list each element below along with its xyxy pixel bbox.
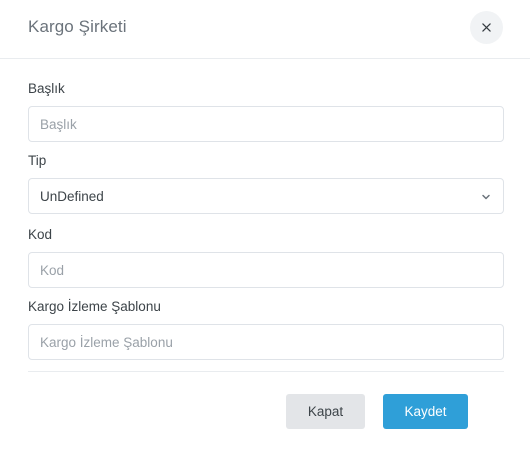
tracking-template-input[interactable] [28,324,504,360]
sablon-label: Kargo İzleme Şablonu [28,299,161,314]
tip-select[interactable]: UnDefined [28,178,504,214]
baslik-label: Başlık [28,81,65,96]
chevron-down-icon [482,194,490,200]
close-modal-button[interactable]: Kapat [286,394,365,429]
form-group-baslik: Başlık [28,81,504,142]
close-button[interactable] [470,11,503,44]
save-button[interactable]: Kaydet [383,394,468,429]
tip-selected-value: UnDefined [40,188,104,204]
modal-title: Kargo Şirketi [28,17,127,36]
form-group-kod: Kod [28,227,504,288]
tip-label: Tip [28,153,47,168]
form-group-tip: Tip UnDefined [28,153,504,214]
kod-input[interactable] [28,252,504,288]
baslik-input[interactable] [28,106,504,142]
cargo-company-modal: Kargo Şirketi Başlık Tip UnDefined Kod K… [0,0,530,463]
footer-divider [28,371,504,372]
kod-label: Kod [28,227,53,242]
form-group-sablon: Kargo İzleme Şablonu [28,299,504,360]
close-icon [482,23,491,32]
modal-header: Kargo Şirketi [0,0,530,59]
